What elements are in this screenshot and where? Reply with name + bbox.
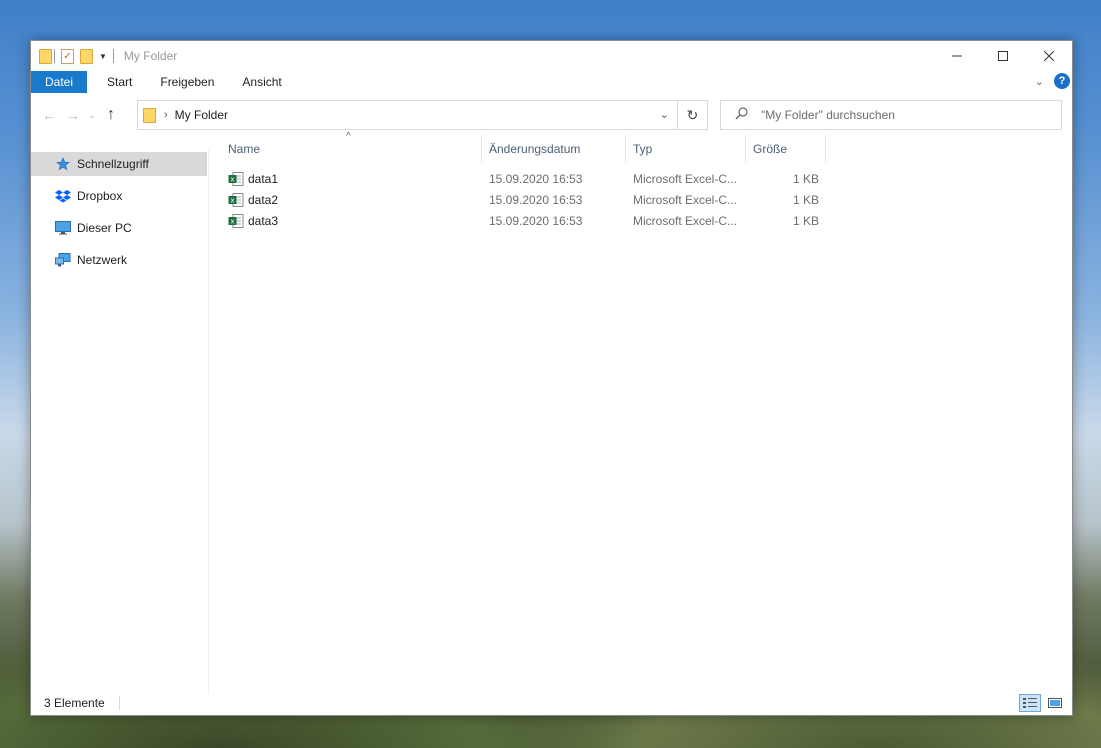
view-switcher — [1016, 694, 1066, 712]
details-view-icon — [1023, 698, 1037, 708]
file-explorer-window: ✓ ▼ My Folder Datei Start Freigeben Ansi… — [30, 40, 1073, 716]
computer-icon — [55, 220, 71, 236]
file-name: data3 — [248, 214, 279, 228]
ribbon-tabs: Datei Start Freigeben Ansicht ⌄ ? — [31, 71, 1072, 93]
minimize-button[interactable] — [934, 41, 980, 71]
folder-icon — [143, 107, 156, 123]
file-row-data3[interactable]: x data3 15.09.2020 16:53 Microsoft Excel… — [221, 211, 821, 231]
breadcrumb-separator[interactable]: › — [164, 109, 168, 121]
search-icon — [735, 107, 749, 123]
details-view-button[interactable] — [1019, 694, 1041, 712]
column-header-date[interactable]: Änderungsdatum — [482, 135, 626, 163]
tab-ansicht[interactable]: Ansicht — [228, 71, 295, 93]
expand-ribbon-chevron-icon[interactable]: ⌄ — [1035, 75, 1044, 88]
svg-text:x: x — [230, 218, 234, 226]
window-controls — [934, 41, 1072, 71]
status-separator — [118, 696, 120, 710]
file-type: Microsoft Excel-C... — [633, 193, 738, 207]
forward-button[interactable]: → — [61, 101, 85, 129]
file-name: data1 — [248, 172, 279, 186]
sidebar-item-label: Schnellzugriff — [77, 157, 149, 171]
file-size: 1 KB — [792, 172, 819, 186]
properties-icon[interactable]: ✓ — [61, 48, 74, 64]
address-dropdown-icon[interactable]: ⌄ — [660, 108, 669, 121]
sidebar-item-dieser-pc[interactable]: Dieser PC — [31, 216, 207, 240]
toolbar-separator — [54, 49, 55, 63]
file-size: 1 KB — [792, 214, 819, 228]
minimize-icon — [952, 55, 962, 57]
svg-text:x: x — [230, 197, 234, 205]
star-icon — [55, 156, 71, 172]
excel-csv-icon: x — [228, 193, 244, 207]
file-row-data1[interactable]: x data1 15.09.2020 16:53 Microsoft Excel… — [221, 169, 821, 189]
file-name: data2 — [248, 193, 279, 207]
tab-start[interactable]: Start — [93, 71, 146, 93]
refresh-button[interactable]: ↻ — [677, 101, 707, 129]
status-bar: 3 Elemente — [31, 691, 1072, 715]
sidebar-item-label: Dieser PC — [77, 221, 132, 235]
dropbox-icon — [55, 188, 71, 204]
column-header-type[interactable]: Typ — [626, 135, 746, 163]
file-row-data2[interactable]: x data2 15.09.2020 16:53 Microsoft Excel… — [221, 190, 821, 210]
maximize-icon — [998, 51, 1008, 61]
sidebar-item-schnellzugriff[interactable]: Schnellzugriff — [31, 152, 207, 176]
column-header-size[interactable]: Größe — [746, 135, 826, 163]
search-box[interactable]: "My Folder" durchsuchen — [720, 100, 1062, 130]
file-list: ^ Name Änderungsdatum Typ Größe x data1 … — [221, 131, 1061, 695]
item-count: 3 Elemente — [44, 696, 105, 710]
file-name-cell: x data3 — [228, 211, 278, 231]
search-input[interactable]: "My Folder" durchsuchen — [761, 108, 895, 122]
back-button[interactable]: ← — [37, 101, 61, 129]
file-name-cell: x data2 — [228, 190, 278, 210]
breadcrumb-my-folder[interactable]: My Folder — [175, 108, 228, 122]
toolbar-separator — [112, 49, 114, 63]
network-icon — [55, 252, 71, 268]
recent-locations-button[interactable]: ⌄ — [85, 101, 99, 129]
maximize-button[interactable] — [980, 41, 1026, 71]
close-button[interactable] — [1026, 41, 1072, 71]
window-title: My Folder — [123, 49, 178, 63]
file-name-cell: x data1 — [228, 169, 278, 189]
customize-toolbar-dropdown-icon[interactable]: ▼ — [99, 52, 107, 61]
help-icon[interactable]: ? — [1054, 73, 1070, 89]
tab-freigeben[interactable]: Freigeben — [146, 71, 228, 93]
file-type: Microsoft Excel-C... — [633, 172, 738, 186]
quick-access-toolbar: ✓ ▼ My Folder — [31, 41, 177, 71]
navigation-bar: ← → ⌄ ↑ › My Folder ⌄ ↻ "My Folder" durc… — [31, 99, 1072, 131]
folder-icon — [39, 48, 52, 64]
large-icons-view-icon — [1048, 698, 1062, 708]
file-date: 15.09.2020 16:53 — [489, 172, 583, 186]
sidebar-item-label: Netzwerk — [77, 253, 128, 267]
excel-csv-icon: x — [228, 214, 244, 228]
navigation-pane: Schnellzugriff Dropbox Dieser PC Netzwer… — [31, 149, 209, 694]
column-header-name[interactable]: Name — [221, 135, 482, 163]
file-type: Microsoft Excel-C... — [633, 214, 738, 228]
close-icon — [1044, 51, 1054, 61]
file-date: 15.09.2020 16:53 — [489, 193, 583, 207]
sidebar-item-label: Dropbox — [77, 189, 123, 203]
title-bar: ✓ ▼ My Folder — [31, 41, 1072, 71]
file-date: 15.09.2020 16:53 — [489, 214, 583, 228]
tab-datei[interactable]: Datei — [31, 71, 88, 93]
large-icons-view-button[interactable] — [1044, 694, 1066, 712]
up-button[interactable]: ↑ — [99, 101, 123, 129]
svg-text:x: x — [230, 176, 234, 184]
file-size: 1 KB — [792, 193, 819, 207]
address-bar[interactable]: › My Folder ⌄ ↻ — [137, 100, 708, 130]
sidebar-item-dropbox[interactable]: Dropbox — [31, 184, 207, 208]
excel-csv-icon: x — [228, 172, 244, 186]
ribbon-right-controls: ⌄ ? — [1035, 73, 1070, 89]
new-folder-icon[interactable] — [80, 48, 93, 64]
sidebar-item-netzwerk[interactable]: Netzwerk — [31, 248, 207, 272]
